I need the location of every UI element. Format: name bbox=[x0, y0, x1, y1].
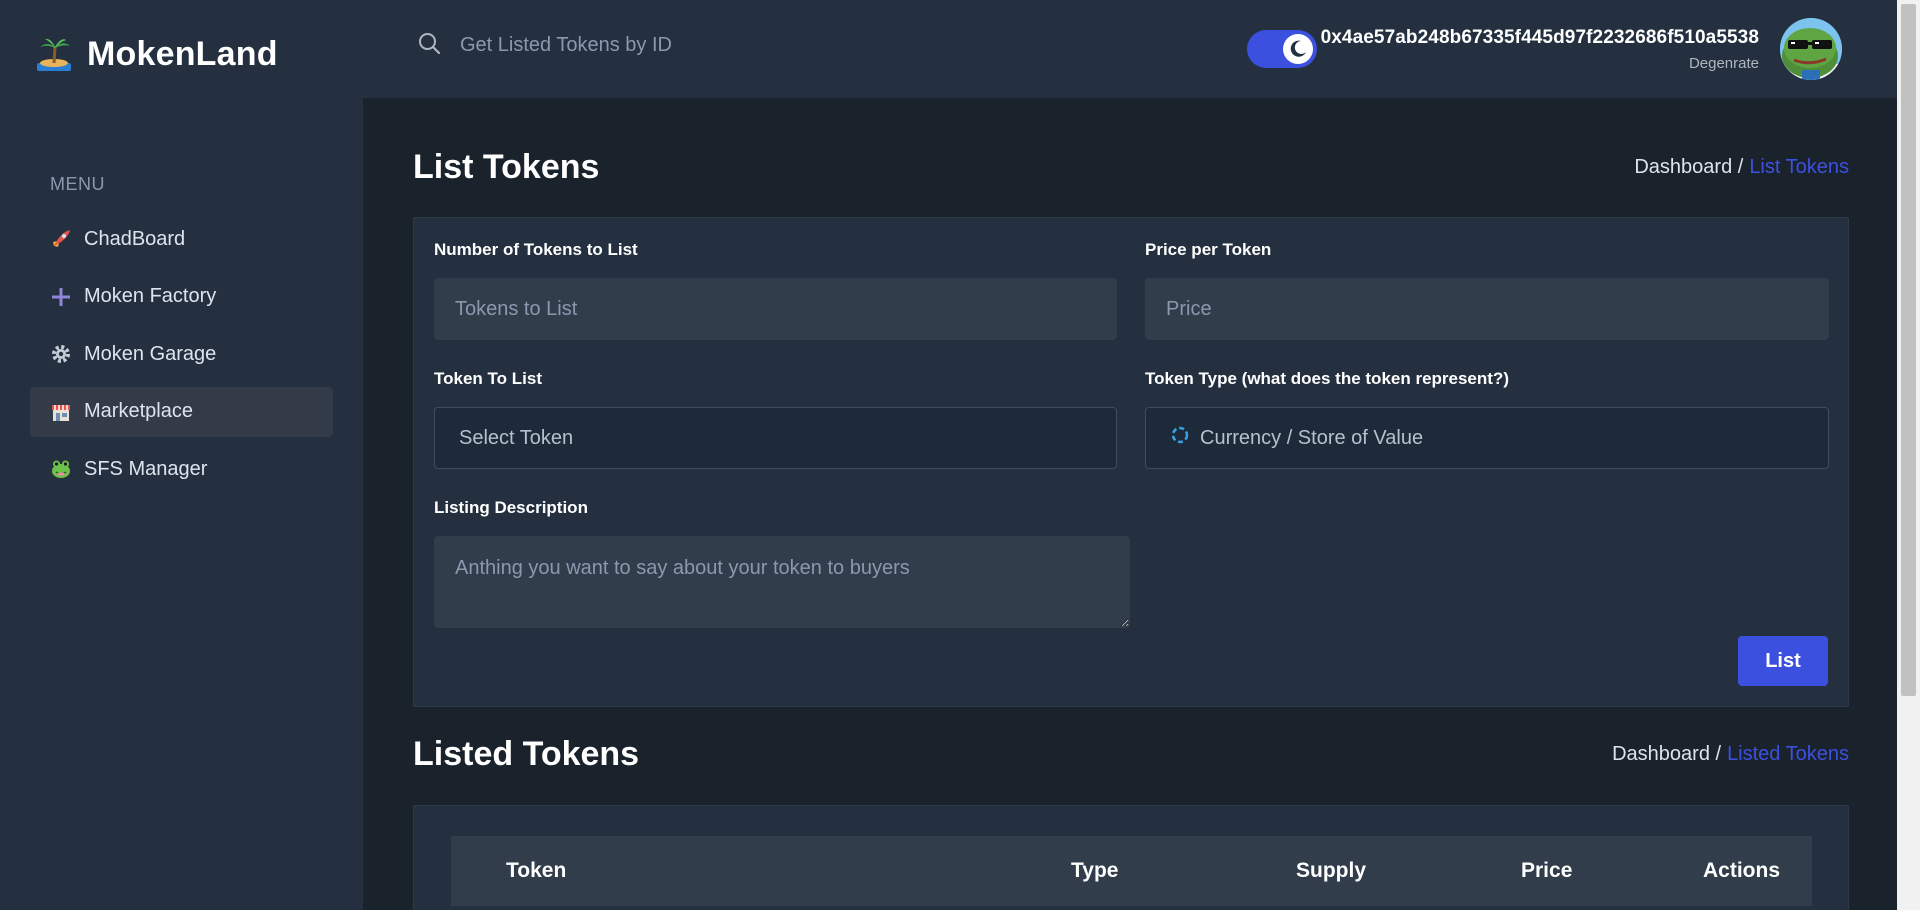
rocket-icon bbox=[50, 228, 72, 250]
sidebar-item-label: Marketplace bbox=[84, 400, 193, 422]
moon-icon bbox=[1283, 34, 1313, 64]
list-tokens-form: Number of Tokens to List Price per Token… bbox=[413, 217, 1849, 707]
column-header-supply: Supply bbox=[1296, 859, 1367, 882]
section-title: Listed Tokens bbox=[413, 735, 640, 773]
logo[interactable]: MokenLand bbox=[35, 30, 278, 78]
breadcrumb-current: List Tokens bbox=[1749, 156, 1849, 178]
sidebar: MokenLand MENU ChadBoard Moken Factory M… bbox=[0, 0, 363, 910]
sidebar-menu: ChadBoard Moken Factory Moken Garage Mar… bbox=[30, 214, 333, 502]
token-type-label: Token Type (what does the token represen… bbox=[1145, 369, 1509, 388]
breadcrumb: Dashboard / Listed Tokens bbox=[1612, 743, 1849, 766]
avatar[interactable] bbox=[1780, 18, 1842, 80]
sidebar-item-marketplace[interactable]: Marketplace bbox=[30, 386, 333, 437]
select-token-dropdown[interactable]: Select Token bbox=[434, 407, 1117, 469]
plus-icon bbox=[50, 286, 72, 308]
sidebar-item-moken-factory[interactable]: Moken Factory bbox=[30, 272, 333, 322]
breadcrumb: Dashboard / List Tokens bbox=[1634, 156, 1849, 179]
gear-icon bbox=[50, 343, 72, 365]
column-header-token: Token bbox=[506, 859, 567, 882]
app-name: MokenLand bbox=[87, 34, 278, 73]
sidebar-item-label: Moken Factory bbox=[84, 285, 217, 307]
user-role: Degenrate bbox=[1688, 55, 1759, 72]
column-header-price: Price bbox=[1521, 859, 1573, 882]
search-icon[interactable] bbox=[418, 32, 441, 59]
price-label: Price per Token bbox=[1145, 240, 1272, 259]
column-header-actions: Actions bbox=[1703, 859, 1781, 882]
sidebar-item-moken-garage[interactable]: Moken Garage bbox=[30, 329, 333, 379]
sidebar-item-sfs-manager[interactable]: SFS Manager bbox=[30, 444, 333, 494]
token-to-list-label: Token To List bbox=[434, 369, 542, 388]
description-label: Listing Description bbox=[434, 498, 588, 517]
tokens-to-list-input[interactable] bbox=[434, 278, 1117, 340]
breadcrumb-dashboard[interactable]: Dashboard / bbox=[1634, 156, 1743, 178]
search-input[interactable] bbox=[460, 34, 960, 57]
num-tokens-label: Number of Tokens to List bbox=[434, 240, 638, 259]
sidebar-item-label: SFS Manager bbox=[84, 457, 208, 480]
list-button[interactable]: List bbox=[1738, 636, 1828, 686]
page-title: List Tokens bbox=[413, 148, 600, 186]
table-header: Token Type Supply Price Actions bbox=[451, 836, 1812, 906]
scrollbar-thumb[interactable] bbox=[1901, 4, 1916, 696]
listing-description-textarea[interactable] bbox=[434, 536, 1130, 628]
listed-tokens-header: Listed Tokens Dashboard / Listed Tokens bbox=[413, 735, 1849, 774]
menu-title: MENU bbox=[50, 174, 105, 194]
island-icon bbox=[37, 38, 71, 71]
user-info[interactable]: 0x4ae57ab248b67335f445d97f2232686f510a55… bbox=[1321, 27, 1759, 72]
token-type-dropdown[interactable]: Currency / Store of Value bbox=[1145, 407, 1829, 469]
sidebar-item-label: Moken Garage bbox=[84, 342, 217, 365]
page-scrollbar[interactable] bbox=[1897, 0, 1920, 910]
breadcrumb-dashboard[interactable]: Dashboard / bbox=[1612, 743, 1721, 765]
listed-tokens-table: Token Type Supply Price Actions bbox=[413, 805, 1849, 910]
wallet-address: 0x4ae57ab248b67335f445d97f2232686f510a55… bbox=[1320, 27, 1759, 48]
select-token-value: Select Token bbox=[459, 426, 574, 449]
top-header: 0x4ae57ab248b67335f445d97f2232686f510a55… bbox=[363, 0, 1897, 98]
search-bar bbox=[418, 32, 960, 59]
list-tokens-header: List Tokens Dashboard / List Tokens bbox=[413, 148, 1849, 187]
price-input[interactable] bbox=[1145, 278, 1829, 340]
frog-icon bbox=[50, 458, 72, 480]
sidebar-item-label: ChadBoard bbox=[84, 227, 186, 250]
shop-icon bbox=[50, 401, 72, 423]
column-header-type: Type bbox=[1071, 859, 1119, 882]
token-type-value: Currency / Store of Value bbox=[1200, 426, 1424, 449]
sidebar-item-chadboard[interactable]: ChadBoard bbox=[30, 214, 333, 264]
recycle-icon bbox=[1170, 425, 1190, 451]
dark-mode-toggle[interactable] bbox=[1247, 30, 1317, 68]
breadcrumb-current: Listed Tokens bbox=[1727, 743, 1849, 765]
